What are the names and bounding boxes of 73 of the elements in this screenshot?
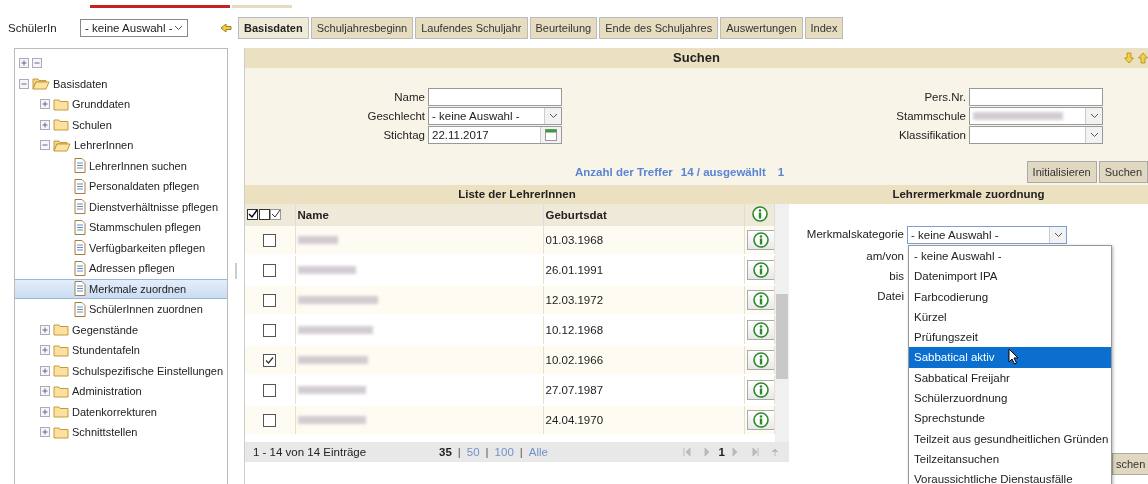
field-label: am/von: [865, 250, 905, 264]
tree-item[interactable]: Basisdaten: [15, 73, 227, 94]
tree-item[interactable]: SchülerInnen zuordnen: [15, 299, 227, 320]
panel-title: Lehrermerkmale zuordnung: [892, 188, 1045, 200]
list-title: Liste der LehrerInnen: [458, 188, 576, 200]
tree-item[interactable]: LehrerInnen suchen: [15, 155, 227, 176]
tab[interactable]: Basisdaten: [238, 17, 309, 39]
field-label: Klassifikation: [897, 129, 966, 141]
field-label: Merkmalskategorie: [805, 228, 905, 242]
field-label: bis: [888, 270, 905, 284]
category-select[interactable]: - keine Auswahl -: [907, 226, 1067, 244]
selected-count: 1: [777, 166, 785, 178]
table-cell: 01.03.1968: [543, 226, 745, 255]
date-field[interactable]: 22.11.2017: [428, 126, 562, 144]
dropdown-option[interactable]: Sabbatical aktiv: [909, 347, 1111, 368]
dropdown-option[interactable]: Schülerzuordnung: [909, 388, 1111, 409]
table-cell: 10.02.1966: [543, 345, 745, 375]
dropdown-option[interactable]: Kürzel: [909, 306, 1111, 328]
tree-item[interactable]: Gegenstände: [15, 319, 227, 340]
separator: |: [519, 446, 523, 458]
entries-count: 1 - 14 von 14 Einträge: [253, 446, 368, 458]
dropdown-option[interactable]: Prüfungszeit: [909, 327, 1111, 348]
field-label: Stammschule: [895, 110, 966, 122]
dropdown-option[interactable]: Teilzeit aus gesundheitlichen Gründen: [909, 428, 1111, 449]
tree-item[interactable]: Grunddaten: [15, 94, 227, 115]
tree-item[interactable]: Merkmale zuordnen: [15, 278, 227, 299]
tree-item[interactable]: Personaldaten pflegen: [15, 176, 227, 197]
dropdown-option[interactable]: Voraussichtliche Dienstausfälle: [909, 469, 1111, 484]
field-label: Name: [393, 91, 425, 103]
dropdown-option[interactable]: - keine Auswahl -: [909, 246, 1111, 267]
tree-item[interactable]: Verfügbarkeiten pflegen: [15, 237, 227, 258]
column-header: Geburtsdat: [543, 204, 745, 226]
form-button[interactable]: Initialisieren: [1026, 161, 1097, 183]
current-page: 1: [718, 446, 725, 458]
form-button[interactable]: Suchen: [1098, 161, 1148, 183]
tree-item[interactable]: Administration: [15, 381, 227, 402]
tree-item[interactable]: Stammschulen pflegen: [15, 217, 227, 238]
tree-item[interactable]: Dienstverhältnisse pflegen: [15, 196, 227, 217]
field-label: Pers.Nr.: [923, 91, 966, 103]
field-label: Datei: [876, 290, 905, 304]
partial-button[interactable]: schen: [1112, 453, 1148, 475]
tab[interactable]: Schuljahresbeginn: [310, 17, 414, 39]
dropdown-option[interactable]: Sabbatical Freijahr: [909, 367, 1111, 389]
separator: |: [457, 446, 461, 458]
tree-item[interactable]: LehrerInnen: [15, 135, 227, 156]
tree-item[interactable]: Schulspezifische Einstellungen: [15, 360, 227, 381]
tab[interactable]: Laufendes Schuljahr: [415, 17, 528, 39]
student-label: SchülerIn: [8, 22, 58, 34]
table-cell: 12.03.1972: [543, 285, 745, 315]
dropdown-option[interactable]: Teilzeitansuchen: [909, 448, 1111, 470]
page-size-link[interactable]: 35: [439, 446, 452, 458]
dropdown-option[interactable]: Sprechstunde: [909, 408, 1111, 429]
hits-label: Anzahl der Treffer: [575, 166, 673, 178]
field-label: Stichtag: [382, 129, 425, 141]
tree-item[interactable]: Datenkorrekturen: [15, 401, 227, 422]
dropdown-option[interactable]: Datenimport IPA: [909, 266, 1111, 287]
hits-count: 14 / ausgewählt: [680, 166, 766, 178]
field-label: Geschlecht: [366, 110, 425, 122]
tree-item[interactable]: Schulen: [15, 114, 227, 135]
tree-item[interactable]: Adressen pflegen: [15, 258, 227, 279]
tab[interactable]: Beurteilung: [529, 17, 598, 39]
column-header: Name: [295, 204, 543, 226]
tree-item[interactable]: Stundentafeln: [15, 340, 227, 361]
tab[interactable]: Auswertungen: [720, 17, 803, 39]
table-cell: 24.04.1970: [543, 405, 745, 435]
section-title: Suchen: [673, 50, 720, 65]
tab[interactable]: Index: [804, 17, 844, 39]
dropdown-option[interactable]: Farbcodierung: [909, 286, 1111, 307]
student-select[interactable]: - keine Auswahl -: [80, 19, 188, 37]
separator: |: [485, 446, 489, 458]
select-field[interactable]: - keine Auswahl -: [428, 107, 562, 125]
tab[interactable]: Ende des Schuljahres: [599, 17, 719, 39]
tree-item[interactable]: Schnittstellen: [15, 422, 227, 443]
